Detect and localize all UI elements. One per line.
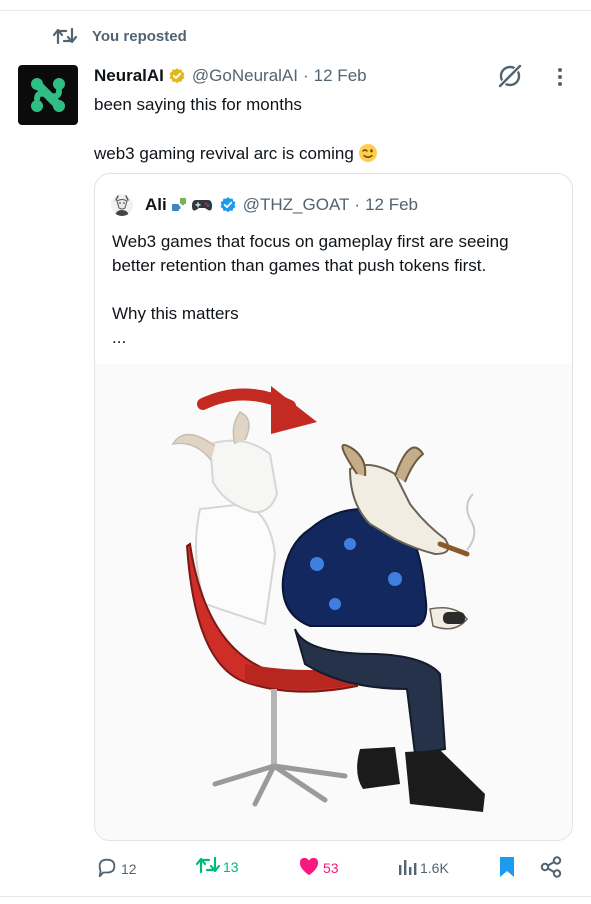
post-date[interactable]: 12 Feb [314,66,367,86]
quote-text-line: ... [112,328,127,347]
reply-button[interactable]: 12 [96,856,137,881]
post-text-line: been saying this for months [94,95,302,114]
repost-count: 13 [223,858,239,875]
views-button[interactable]: 1.6K [397,856,449,879]
author-avatar[interactable] [18,65,78,125]
author-handle[interactable]: @GoNeuralAI [192,66,298,86]
quote-text: Web3 games that focus on gameplay first … [112,230,562,350]
bottom-divider [0,896,591,897]
reply-icon [96,856,118,881]
repost-icon [52,26,78,46]
repost-context: You reposted [52,26,187,46]
views-count: 1.6K [420,859,449,876]
gamepad-emoji [191,197,213,213]
views-icon [397,856,417,879]
quote-text-line: better retention than games that push to… [112,256,487,275]
author-name[interactable]: NeuralAI [94,66,164,86]
quoted-post[interactable]: Ali @THZ_GOAT · 12 Feb Web3 games that f… [94,173,573,841]
repost-button[interactable]: 13 [195,856,239,877]
gold-verified-icon[interactable] [168,67,186,85]
share-button[interactable] [540,856,562,881]
top-divider [0,10,591,11]
quote-author-name[interactable]: Ali [145,195,167,215]
share-icon [540,856,562,881]
quote-text-line: Web3 games that focus on gameplay first … [112,232,509,251]
grok-icon[interactable] [496,62,524,90]
like-button[interactable]: 53 [298,856,339,879]
wink-emoji [358,143,378,163]
quote-separator: · [354,195,361,214]
neuralai-logo [31,78,65,112]
quote-text-line: Why this matters [112,304,239,323]
quote-author-handle[interactable]: @THZ_GOAT [243,195,350,215]
more-icon[interactable] [549,66,571,88]
repost-label: You reposted [92,27,187,45]
post-text-content: web3 gaming revival arc is coming [94,144,354,163]
bookmark-icon [499,856,515,881]
repost-icon [195,856,221,877]
like-icon [298,856,320,879]
action-bar: 12 13 53 1.6K [0,856,591,884]
reply-count: 12 [121,860,137,877]
separator-dot: · [303,66,309,85]
post-text-line-2: web3 gaming revival arc is coming [94,143,378,165]
blue-verified-icon[interactable] [219,196,237,214]
like-count: 53 [323,859,339,876]
quote-image[interactable] [95,364,572,840]
puzzle-emoji [170,197,188,213]
quote-header: Ali @THZ_GOAT · 12 Feb [111,194,418,216]
post-text: been saying this for months web3 gaming … [94,94,378,165]
bookmark-button[interactable] [499,856,515,881]
quote-date[interactable]: 12 Feb [365,195,418,215]
quote-avatar[interactable] [111,194,133,216]
post-header: NeuralAI @GoNeuralAI · 12 Feb [94,66,367,86]
